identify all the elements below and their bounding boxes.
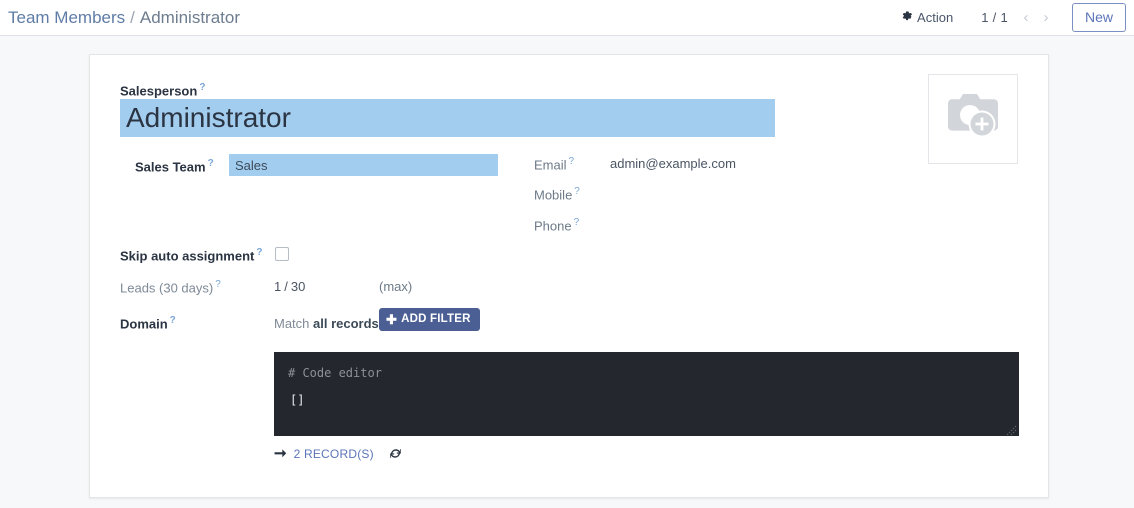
help-icon[interactable]: ?: [208, 158, 214, 169]
domain-label: Domain?: [120, 315, 176, 331]
help-icon[interactable]: ?: [215, 279, 221, 290]
mobile-label: Mobile?: [534, 186, 580, 202]
add-filter-label: ADD FILTER: [401, 314, 471, 326]
help-icon[interactable]: ?: [569, 156, 575, 167]
help-icon[interactable]: ?: [256, 247, 262, 258]
form-sheet: Salesperson? Sales Team? Email? admin@ex…: [89, 54, 1049, 498]
chevron-right-icon[interactable]: ›: [1036, 5, 1056, 29]
add-filter-button[interactable]: ✚ ADD FILTER: [379, 308, 480, 331]
code-editor-value[interactable]: []: [290, 393, 304, 407]
leads-label: Leads (30 days)?: [120, 279, 221, 295]
gear-icon: [901, 10, 913, 24]
leads-separator: /: [284, 279, 288, 294]
odoo-form-view: Team Members / Administrator Action 1 / …: [0, 0, 1134, 508]
plus-icon: ✚: [386, 313, 397, 326]
domain-match-prefix: Match: [274, 316, 309, 331]
salesperson-label: Salesperson?: [120, 82, 205, 98]
action-button-label: Action: [917, 10, 953, 25]
phone-label: Phone?: [534, 217, 579, 233]
email-label: Email?: [534, 156, 574, 172]
refresh-icon[interactable]: [389, 447, 402, 460]
records-count-link[interactable]: 2 RECORD(S): [294, 447, 374, 461]
resize-handle-icon[interactable]: [1006, 423, 1017, 434]
leads-label-text: Leads (30 days): [120, 280, 213, 295]
skip-auto-assignment-checkbox[interactable]: [275, 247, 289, 261]
camera-add-icon: [942, 90, 1004, 149]
help-icon[interactable]: ?: [574, 217, 580, 228]
chevron-left-icon[interactable]: ‹: [1016, 5, 1036, 29]
breadcrumb: Team Members / Administrator: [0, 8, 240, 28]
domain-match-value: all records: [313, 316, 379, 331]
sales-team-input[interactable]: [229, 154, 498, 176]
domain-records-row: ➞ 2 RECORD(S): [274, 446, 402, 461]
mobile-label-text: Mobile: [534, 187, 572, 202]
help-icon[interactable]: ?: [199, 82, 205, 93]
avatar-upload-box[interactable]: [928, 74, 1018, 164]
pager-arrows: ‹ ›: [1016, 5, 1056, 29]
email-label-text: Email: [534, 157, 567, 172]
salesperson-label-text: Salesperson: [120, 83, 197, 98]
leads-current: 1: [274, 279, 281, 294]
domain-label-text: Domain: [120, 316, 168, 331]
code-editor-comment: # Code editor: [288, 366, 382, 380]
action-button[interactable]: Action: [895, 6, 959, 29]
email-value[interactable]: admin@example.com: [610, 156, 736, 171]
pager-value: 1 / 1: [981, 10, 1008, 25]
leads-max-note: (max): [379, 279, 412, 294]
control-panel-right: Action 1 / 1 ‹ › New: [895, 3, 1134, 32]
leads-value: 1/30: [274, 279, 305, 294]
help-icon[interactable]: ?: [170, 315, 176, 326]
help-icon[interactable]: ?: [574, 186, 580, 197]
breadcrumb-parent-link[interactable]: Team Members: [8, 8, 125, 28]
domain-code-editor[interactable]: # Code editor []: [274, 352, 1019, 436]
control-panel: Team Members / Administrator Action 1 / …: [0, 0, 1134, 36]
arrow-right-icon: ➞: [274, 446, 287, 461]
domain-match-text: Match all records: [274, 316, 379, 331]
sales-team-label-text: Sales Team: [135, 159, 206, 174]
phone-label-text: Phone: [534, 218, 572, 233]
record-pager: 1 / 1 ‹ ›: [981, 5, 1056, 29]
sales-team-label: Sales Team?: [135, 158, 214, 174]
breadcrumb-separator: /: [130, 8, 135, 28]
breadcrumb-current: Administrator: [140, 8, 240, 28]
leads-max[interactable]: 30: [291, 279, 305, 294]
salesperson-input[interactable]: [120, 99, 775, 137]
skip-auto-assignment-label-text: Skip auto assignment: [120, 248, 254, 263]
skip-auto-assignment-label: Skip auto assignment?: [120, 247, 262, 263]
new-button[interactable]: New: [1072, 3, 1126, 32]
